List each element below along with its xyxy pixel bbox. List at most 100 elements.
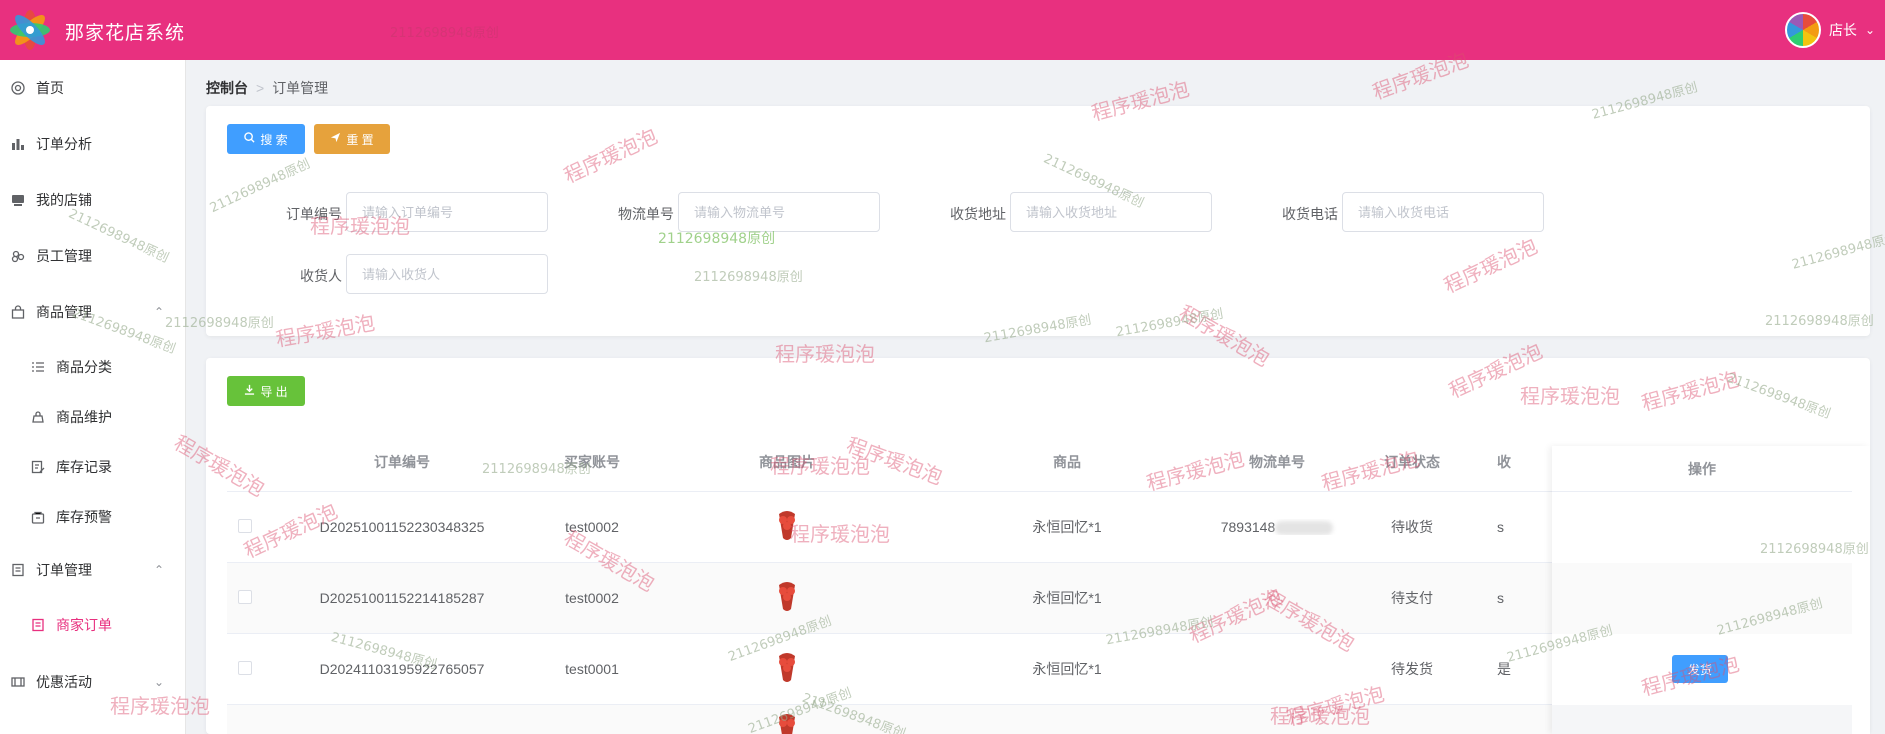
reset-button[interactable]: 重 置 <box>314 124 390 154</box>
column-header[interactable]: 商品图片 <box>737 452 837 472</box>
breadcrumb-item-console[interactable]: 控制台 <box>206 78 248 98</box>
sidebar: 首页 订单分析 我的店铺 员工管理 商品管理 ⌃ 商品分类 商品维护 库存记录 … <box>0 60 186 734</box>
sidebar-item-label: 商品分类 <box>56 359 112 375</box>
bar-chart-icon <box>10 136 26 152</box>
chevron-right-icon: > <box>256 80 265 96</box>
column-header[interactable]: 买家账号 <box>527 452 657 472</box>
goods-image <box>737 508 837 547</box>
logistics-number: 7893148 <box>1220 518 1276 535</box>
sidebar-item-label: 员工管理 <box>36 248 92 264</box>
phone-label: 收货电话 <box>1282 206 1338 222</box>
breadcrumb-item-current: 订单管理 <box>272 80 329 96</box>
sidebar-item-stock-alert[interactable]: 库存预警 <box>0 492 186 542</box>
column-header[interactable]: 订单编号 <box>297 452 507 472</box>
handbag-icon <box>30 409 46 425</box>
sidebar-item-order-manage[interactable]: 订单管理 ⌃ <box>0 542 186 598</box>
sidebar-item-staff[interactable]: 员工管理 <box>0 228 186 284</box>
goods-image <box>737 579 837 618</box>
download-icon <box>244 384 255 398</box>
sidebar-item-label: 商家订单 <box>56 617 112 633</box>
sidebar-item-promotions[interactable]: 优惠活动 ⌄ <box>0 654 186 710</box>
receiver-input[interactable] <box>346 254 548 294</box>
app-title: 那家花店系统 <box>65 23 186 44</box>
logistics-no-label: 物流单号 <box>618 206 674 222</box>
address-cell: s <box>1497 519 1504 535</box>
sidebar-item-label: 订单管理 <box>36 562 92 578</box>
order-no-label: 订单编号 <box>286 206 342 222</box>
watermark: 2112698948原创 <box>390 26 499 41</box>
goods-cell: 永恒回忆*1 <box>1032 661 1102 677</box>
column-header[interactable]: 物流单号 <box>1197 452 1357 472</box>
column-header[interactable]: 收 <box>1497 452 1537 472</box>
column-header[interactable]: 订单状态 <box>1357 452 1467 472</box>
operation-column: 操作 发货 <box>1552 446 1870 734</box>
buyer-cell: test0002 <box>565 519 619 535</box>
shop-icon <box>10 192 26 208</box>
logistics-no-input[interactable] <box>678 192 880 232</box>
chevron-down-icon: ⌄ <box>1864 23 1875 37</box>
sidebar-item-label: 订单分析 <box>36 136 92 152</box>
ship-button[interactable]: 发货 <box>1672 655 1728 683</box>
sidebar-item-label: 优惠活动 <box>36 674 92 690</box>
sidebar-item-label: 首页 <box>36 80 64 96</box>
sidebar-item-goods[interactable]: 商品管理 ⌃ <box>0 284 186 340</box>
status-cell: 待收货 <box>1391 519 1433 535</box>
sidebar-item-goods-category[interactable]: 商品分类 <box>0 342 186 392</box>
alert-box-icon <box>30 509 46 525</box>
operation-row-bg <box>1552 563 1852 634</box>
sidebar-item-goods-maintain[interactable]: 商品维护 <box>0 392 186 442</box>
search-icon <box>244 132 255 146</box>
buyer-cell: test0001 <box>565 661 619 677</box>
ticket-icon <box>10 674 26 690</box>
chevron-up-icon: ⌃ <box>153 305 164 319</box>
sidebar-item-stock-record[interactable]: 库存记录 <box>0 442 186 492</box>
sidebar-item-order-analysis[interactable]: 订单分析 <box>0 116 186 172</box>
breadcrumb: 控制台 > 订单管理 <box>206 78 328 98</box>
sidebar-item-label: 我的店铺 <box>36 192 92 208</box>
address-input[interactable] <box>1010 192 1212 232</box>
row-checkbox[interactable] <box>237 589 253 607</box>
address-label: 收货地址 <box>950 206 1006 222</box>
chevron-down-icon: ⌄ <box>153 675 164 689</box>
app-header: 那家花店系统 2112698948原创 店长 ⌄ <box>0 0 1885 60</box>
sidebar-item-my-shop[interactable]: 我的店铺 <box>0 172 186 228</box>
goods-cell: 永恒回忆*1 <box>1032 519 1102 535</box>
order-no-input[interactable] <box>346 192 548 232</box>
search-button-label: 搜 索 <box>260 132 288 147</box>
reset-button-label: 重 置 <box>346 132 374 147</box>
address-cell: s <box>1497 590 1504 606</box>
sidebar-item-home[interactable]: 首页 <box>0 60 186 116</box>
operation-row-bg <box>1552 705 1852 734</box>
logistics-cell: 7893148 <box>1197 518 1357 536</box>
list-icon <box>30 359 46 375</box>
address-cell: 是 <box>1497 661 1511 677</box>
row-checkbox[interactable] <box>237 660 253 678</box>
receiver-label: 收货人 <box>300 268 342 284</box>
user-name: 店长 <box>1828 22 1857 38</box>
document-icon <box>30 617 46 633</box>
blur-mask <box>1275 521 1334 536</box>
export-button[interactable]: 导 出 <box>227 376 305 406</box>
home-icon <box>10 80 26 96</box>
goods-image <box>737 711 837 734</box>
buyer-cell: test0002 <box>565 590 619 606</box>
chevron-up-icon: ⌃ <box>153 563 164 577</box>
goods-cell: 永恒回忆*1 <box>1032 590 1102 606</box>
bag-icon <box>10 304 26 320</box>
order-no-cell: D20251001152230348325 <box>319 519 485 535</box>
sidebar-item-label: 商品维护 <box>56 409 112 425</box>
phone-input[interactable] <box>1342 192 1544 232</box>
row-checkbox[interactable] <box>237 518 253 536</box>
avatar <box>1784 12 1821 48</box>
goods-image <box>737 650 837 689</box>
app-logo-icon <box>10 10 50 50</box>
search-panel: 搜 索 重 置 订单编号 物流单号 收货地址 收货电话 收货人 <box>206 106 1870 336</box>
user-menu[interactable]: 店长 ⌄ <box>1784 12 1875 48</box>
export-button-label: 导 出 <box>260 384 288 399</box>
send-icon <box>330 132 341 146</box>
status-cell: 待发货 <box>1391 661 1433 677</box>
search-button[interactable]: 搜 索 <box>227 124 305 154</box>
column-header[interactable]: 商品 <box>997 452 1137 472</box>
sidebar-item-merchant-orders[interactable]: 商家订单 <box>0 600 186 650</box>
order-no-cell: D20241103195922765057 <box>319 661 485 677</box>
